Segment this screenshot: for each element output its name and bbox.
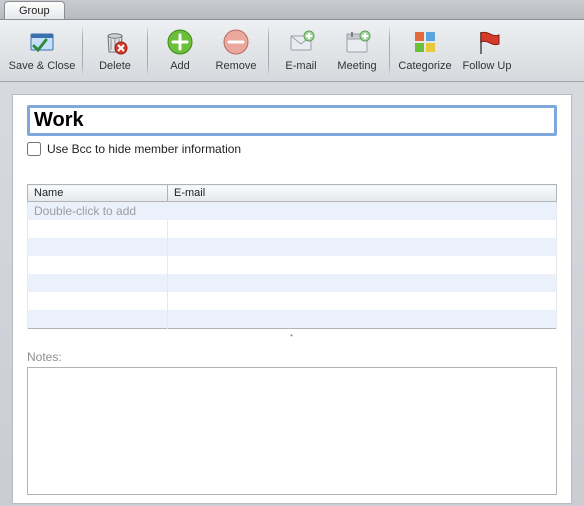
resize-handle-icon[interactable]: •	[27, 331, 557, 340]
save-close-icon	[26, 26, 58, 58]
add-icon	[164, 26, 196, 58]
table-row[interactable]	[28, 310, 557, 328]
email-label: E-mail	[285, 60, 316, 72]
flag-icon	[471, 26, 503, 58]
remove-icon	[220, 26, 252, 58]
meeting-icon	[341, 26, 373, 58]
window-tabstrip: Group	[0, 0, 584, 20]
table-row[interactable]	[28, 256, 557, 274]
bcc-checkbox-row[interactable]: Use Bcc to hide member information	[27, 142, 557, 156]
delete-button[interactable]: Delete	[87, 23, 143, 79]
bcc-checkbox[interactable]	[27, 142, 41, 156]
email-icon	[285, 26, 317, 58]
remove-button[interactable]: Remove	[208, 23, 264, 79]
table-row[interactable]	[28, 220, 557, 238]
delete-label: Delete	[99, 60, 131, 72]
toolbar-separator	[268, 26, 269, 76]
trash-icon	[99, 26, 131, 58]
followup-label: Follow Up	[463, 60, 512, 72]
toolbar-separator	[389, 26, 390, 76]
table-row-placeholder[interactable]: Double-click to add	[28, 202, 557, 221]
add-label: Add	[170, 60, 190, 72]
followup-button[interactable]: Follow Up	[456, 23, 518, 79]
table-row[interactable]	[28, 292, 557, 310]
toolbar-separator	[82, 26, 83, 76]
meeting-button[interactable]: Meeting	[329, 23, 385, 79]
toolbar: Save & Close Delete Add	[0, 20, 584, 82]
table-row[interactable]	[28, 274, 557, 292]
members-table[interactable]: Name E-mail Double-click to add	[27, 184, 557, 329]
add-button[interactable]: Add	[152, 23, 208, 79]
meeting-label: Meeting	[337, 60, 376, 72]
save-close-label: Save & Close	[9, 60, 76, 72]
content-panel: Use Bcc to hide member information Name …	[12, 94, 572, 504]
column-header-email[interactable]: E-mail	[168, 185, 557, 202]
table-placeholder-text: Double-click to add	[28, 202, 557, 221]
toolbar-separator	[147, 26, 148, 76]
save-close-button[interactable]: Save & Close	[6, 23, 78, 79]
group-name-input[interactable]	[27, 105, 557, 136]
email-button[interactable]: E-mail	[273, 23, 329, 79]
notes-label: Notes:	[27, 350, 557, 364]
remove-label: Remove	[216, 60, 257, 72]
window-tab-group[interactable]: Group	[4, 1, 65, 19]
notes-textarea[interactable]	[27, 367, 557, 495]
categorize-button[interactable]: Categorize	[394, 23, 456, 79]
categorize-label: Categorize	[398, 60, 451, 72]
column-header-name[interactable]: Name	[28, 185, 168, 202]
categorize-icon	[409, 26, 441, 58]
table-row[interactable]	[28, 238, 557, 256]
bcc-checkbox-label: Use Bcc to hide member information	[47, 142, 241, 156]
members-table-wrapper: Name E-mail Double-click to add •	[27, 184, 557, 340]
